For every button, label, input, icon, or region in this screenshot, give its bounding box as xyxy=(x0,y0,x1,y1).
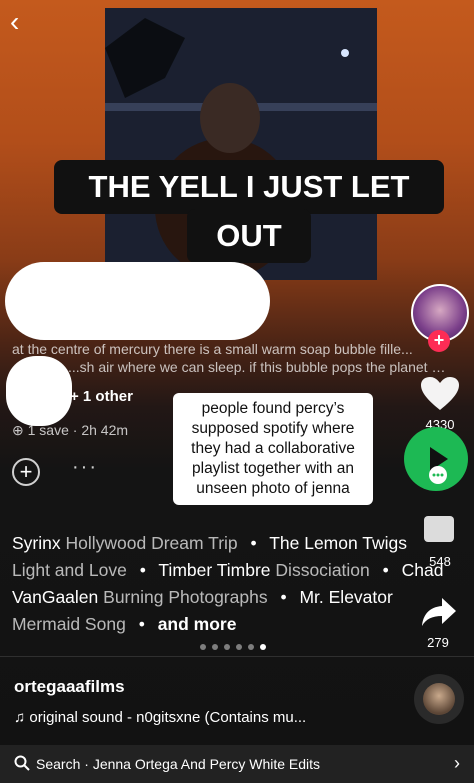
sound-label[interactable]: ♫ original sound - n0gitsxne (Contains m… xyxy=(14,709,306,726)
track-artist[interactable]: Chad xyxy=(402,560,444,580)
sound-disc-avatar xyxy=(423,683,455,715)
search-icon xyxy=(14,755,30,774)
pager-dot-active xyxy=(260,644,266,650)
pager-dot xyxy=(200,644,206,650)
track-row: Light and Love • Timber Timbre Dissociat… xyxy=(12,557,474,584)
separator: • xyxy=(280,587,287,607)
track-artist[interactable]: Dissociation xyxy=(275,560,369,580)
text-sticker: people found percy’s supposed spotify wh… xyxy=(173,393,373,505)
playlist-owners[interactable]: + 1 other xyxy=(70,388,133,405)
playlist-meta: ⊕ 1 save · 2h 42m xyxy=(12,422,128,439)
creator-username[interactable]: ortegaaafilms xyxy=(14,677,125,697)
description-line: at the centre of mercury there is a smal… xyxy=(12,341,413,357)
separator: • xyxy=(139,560,146,580)
spotify-button[interactable] xyxy=(404,427,468,491)
separator: • xyxy=(250,533,257,553)
like-button[interactable] xyxy=(420,376,460,417)
video-caption-line-1: THE YELL I JUST LET xyxy=(54,160,444,214)
track-title[interactable]: Burning Photographs xyxy=(103,587,267,607)
pager-dot xyxy=(212,644,218,650)
track-row: Syrinx Hollywood Dream Trip • The Lemon … xyxy=(12,530,474,557)
chevron-right-icon: › xyxy=(454,753,460,773)
separator: • xyxy=(138,614,145,634)
pager-dot xyxy=(236,644,242,650)
sound-disc[interactable] xyxy=(414,674,464,724)
divider xyxy=(0,656,474,657)
spotify-icon xyxy=(429,447,448,484)
description-line: ...sh air where we can sleep. if this bu… xyxy=(68,359,452,375)
and-more-link[interactable]: and more xyxy=(158,614,237,634)
track-artist[interactable]: Hollywood Dream Trip xyxy=(66,533,238,553)
track-title[interactable]: Mermaid Song xyxy=(12,614,126,634)
pager-dot xyxy=(224,644,230,650)
video-caption-line-2: OUT xyxy=(187,209,311,263)
track-title[interactable]: Timber Timbre xyxy=(158,560,270,580)
search-prefix: Search · xyxy=(36,756,89,772)
save-count-duration: 1 save · 2h 42m xyxy=(27,422,129,438)
carousel-pager xyxy=(200,644,266,650)
search-query: Jenna Ortega And Percy White Edits xyxy=(92,756,321,772)
playlist-description: at the centre of mercury there is a smal… xyxy=(12,340,452,376)
track-row: VanGaalen Burning Photographs • Mr. Elev… xyxy=(12,584,474,611)
heart-icon xyxy=(421,377,459,410)
pager-dot xyxy=(248,644,254,650)
track-title[interactable]: Syrinx xyxy=(12,533,61,553)
track-title[interactable]: Mr. Elevator xyxy=(299,587,392,607)
more-options-icon[interactable]: ··· xyxy=(72,456,98,479)
track-row: Mermaid Song • and more xyxy=(12,611,474,638)
add-playlist-icon[interactable]: + xyxy=(12,458,40,486)
track-artist[interactable]: VanGaalen xyxy=(12,587,98,607)
separator: • xyxy=(382,560,389,580)
redaction-overlay xyxy=(5,262,270,340)
track-title[interactable]: The Lemon Twigs xyxy=(269,533,407,553)
track-title[interactable]: Light and Love xyxy=(12,560,127,580)
follow-plus-icon[interactable]: + xyxy=(428,330,450,352)
back-icon[interactable]: ‹ xyxy=(10,8,19,36)
related-search-bar[interactable]: Search · Jenna Ortega And Percy White Ed… xyxy=(0,745,474,783)
track-list: Syrinx Hollywood Dream Trip • The Lemon … xyxy=(12,530,474,638)
globe-icon: ⊕ xyxy=(12,422,28,438)
